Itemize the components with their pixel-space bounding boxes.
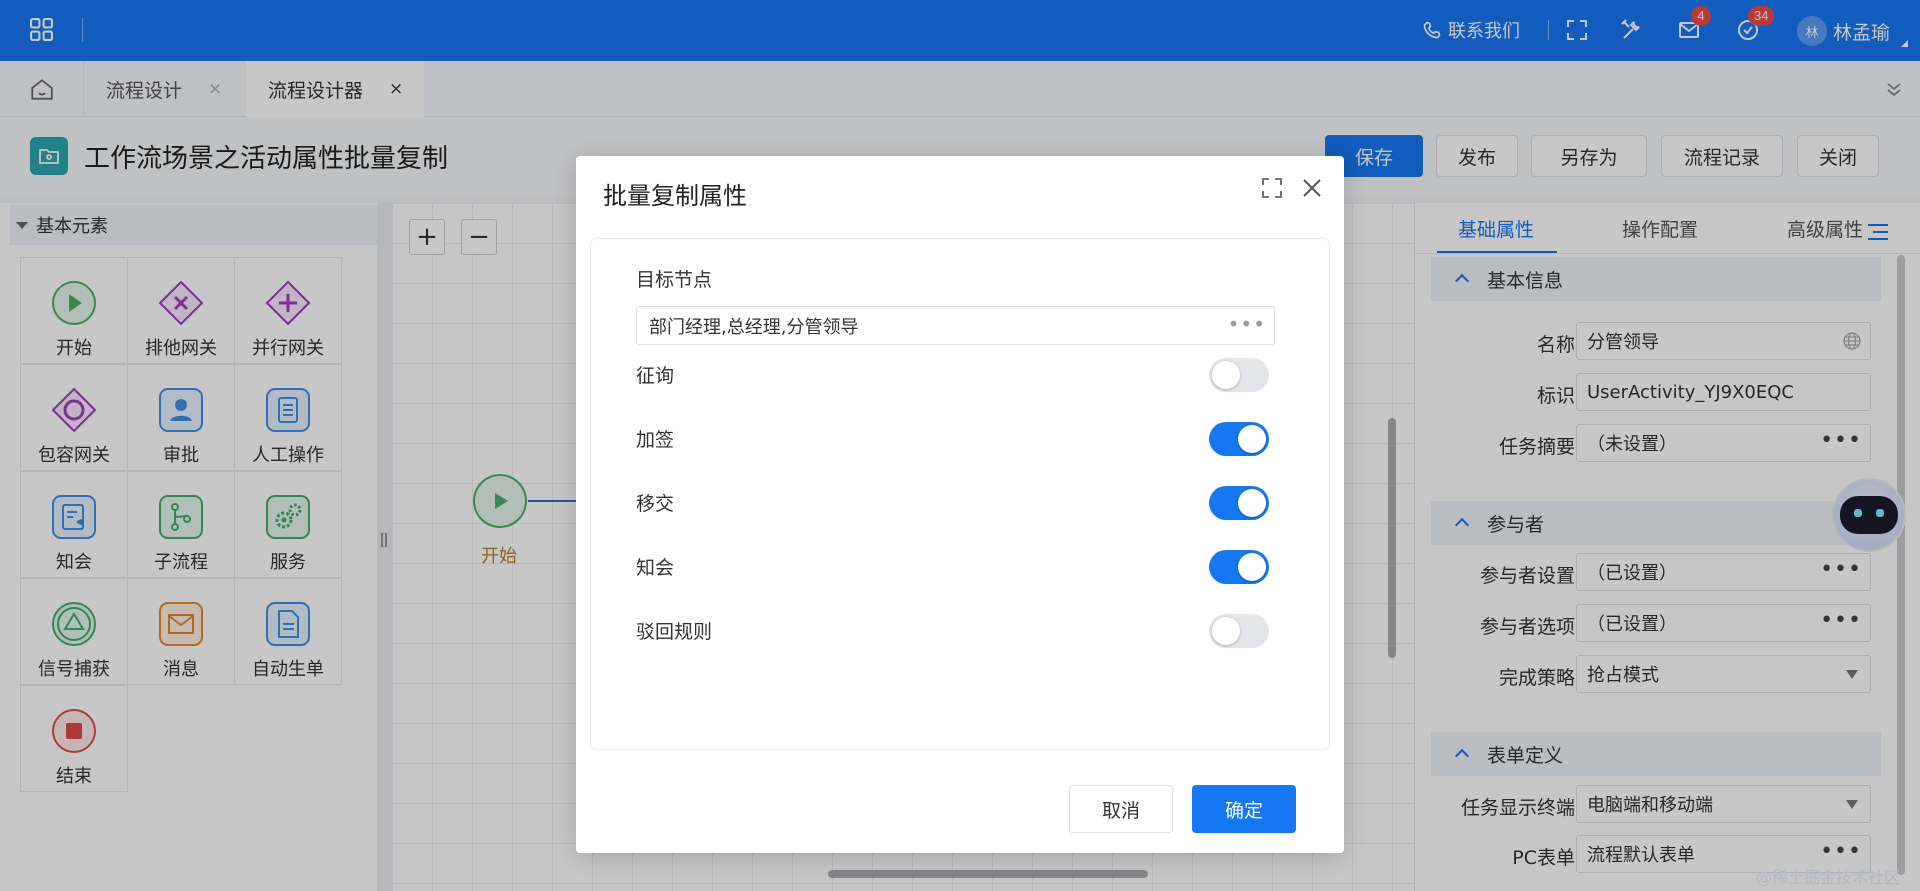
add-sign-toggle[interactable] <box>1209 422 1269 456</box>
option-label-reject-rule: 驳回规则 <box>636 621 713 643</box>
option-label-add-sign: 加签 <box>636 429 675 451</box>
toggle-knob <box>1212 361 1240 389</box>
close-icon[interactable] <box>1300 176 1324 200</box>
notify-toggle[interactable] <box>1209 550 1269 584</box>
cancel-button[interactable]: 取消 <box>1069 785 1173 833</box>
more-dots-icon[interactable]: ••• <box>1228 314 1266 334</box>
maximize-icon[interactable] <box>1260 176 1284 200</box>
toggle-knob <box>1238 553 1266 581</box>
toggle-knob <box>1238 425 1266 453</box>
option-label-consult: 征询 <box>636 365 675 387</box>
option-label-notify: 知会 <box>636 557 675 579</box>
toggle-knob <box>1238 489 1266 517</box>
option-label-transfer: 移交 <box>636 493 675 515</box>
target-node-input[interactable]: 部门经理,总经理,分管领导 ••• <box>636 306 1275 345</box>
dialog-title: 批量复制属性 <box>603 182 747 210</box>
consult-toggle[interactable] <box>1209 358 1269 392</box>
target-node-label: 目标节点 <box>636 269 713 291</box>
target-node-value: 部门经理,总经理,分管领导 <box>649 316 859 338</box>
toggle-knob <box>1212 617 1240 645</box>
transfer-toggle[interactable] <box>1209 486 1269 520</box>
watermark: @稀土掘金技术社区 <box>1756 868 1901 887</box>
reject-rule-toggle[interactable] <box>1209 614 1269 648</box>
confirm-button[interactable]: 确定 <box>1192 785 1296 833</box>
